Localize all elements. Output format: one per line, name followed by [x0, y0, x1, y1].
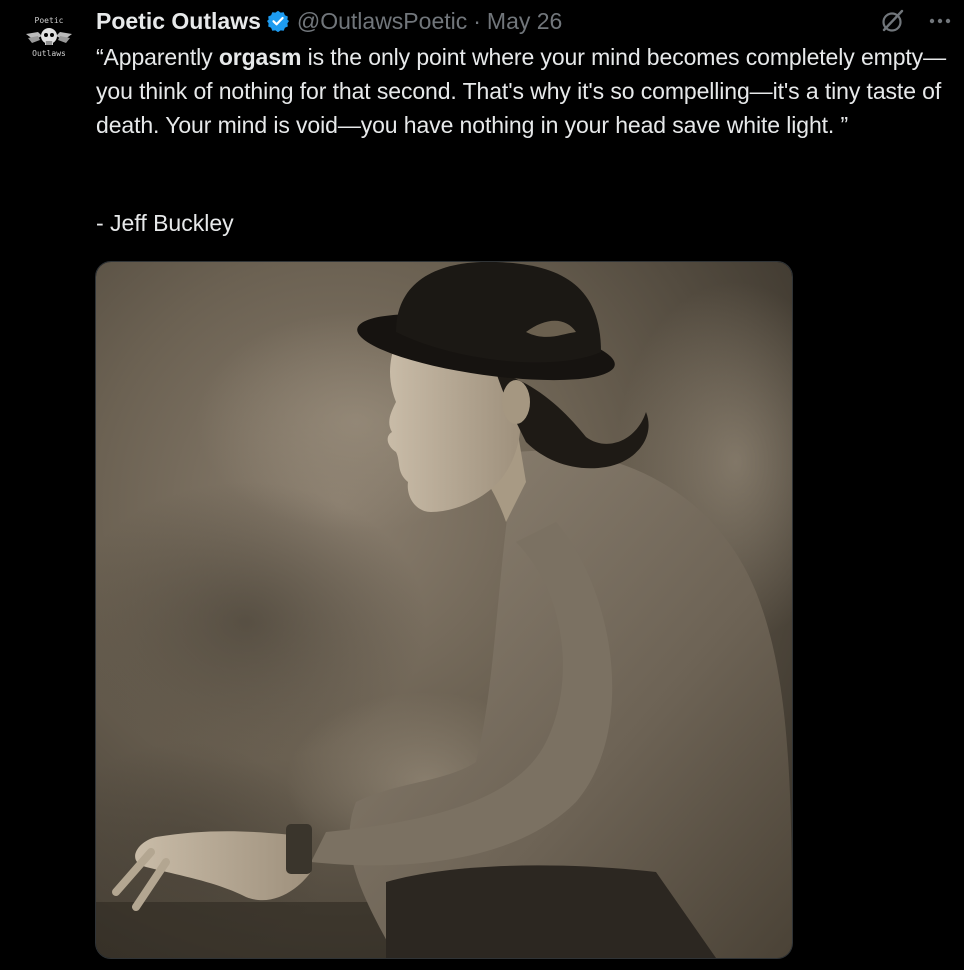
tweet-date[interactable]: May 26 — [487, 8, 562, 35]
skull-wings-icon — [26, 28, 72, 45]
tweet-text-bold: orgasm — [218, 44, 302, 70]
verified-badge-icon[interactable] — [266, 10, 289, 33]
tweet-text: “Apparently orgasm is the only point whe… — [96, 40, 958, 142]
more-options-icon[interactable] — [925, 8, 955, 34]
grok-icon[interactable] — [880, 8, 906, 34]
author-handle[interactable]: @OutlawsPoetic — [297, 8, 467, 35]
avatar[interactable]: Poetic Outlaws — [20, 14, 78, 64]
separator-dot: · — [473, 7, 481, 34]
portrait-photo-image — [96, 262, 792, 958]
avatar-text-bottom: Outlaws — [32, 49, 66, 58]
tweet-photo[interactable] — [95, 261, 793, 959]
quote-attribution: - Jeff Buckley — [96, 210, 234, 236]
display-name[interactable]: Poetic Outlaws — [96, 8, 261, 35]
tweet-text-prefix: “Apparently — [96, 44, 219, 70]
tweet-header: Poetic Outlaws @OutlawsPoetic · May 26 — [96, 6, 562, 36]
